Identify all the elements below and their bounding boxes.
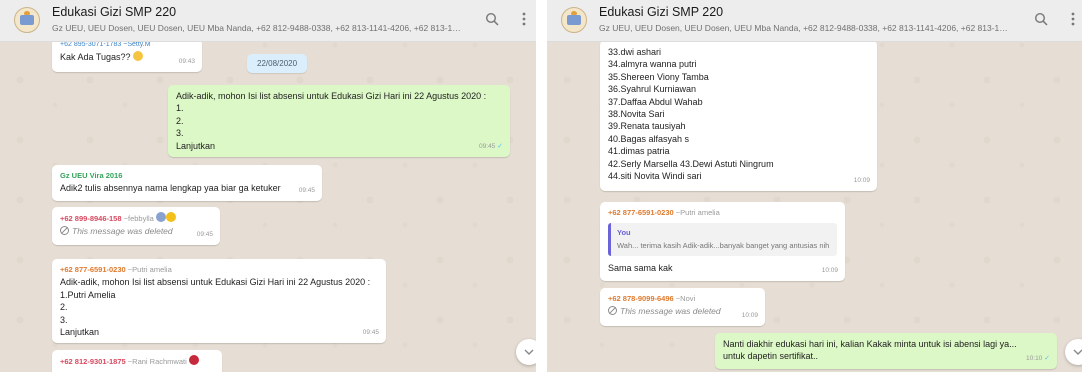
list-item: 33.dwi ashari — [608, 47, 662, 57]
emoji-icon — [133, 51, 144, 62]
deleted-message-text: This message was deleted — [608, 305, 757, 317]
message-line: Nanti diakhir edukasi hari ini, kalian K… — [723, 339, 1017, 349]
search-icon[interactable] — [484, 12, 500, 28]
message-line: Lanjutkan — [60, 327, 100, 338]
message-time: 10:10 ✓ — [1026, 354, 1050, 362]
message-bubble-deleted[interactable]: +62 878-9099-6496 ~Novi This message was… — [600, 288, 765, 326]
quoted-sender: You — [617, 228, 631, 238]
message-line: 3. — [176, 128, 184, 139]
search-icon[interactable] — [1033, 12, 1049, 28]
emoji-icon — [155, 212, 166, 222]
message-sender: Gz UEU Vira 2016 — [60, 171, 123, 180]
message-line: 3. — [60, 314, 68, 325]
scroll-down-button[interactable] — [516, 339, 536, 365]
message-sender: +62 878-9099-6496 ~Novi — [608, 294, 696, 303]
message-line: Adik-adik, mohon Isi list absensi untuk … — [60, 277, 371, 288]
list-item: 36.Syahrul Kurniawan — [608, 84, 697, 95]
message-bubble-outgoing[interactable]: Nanti diakhir edukasi hari ini, kalian K… — [715, 333, 1057, 369]
message-time: 09:45 — [298, 186, 315, 194]
message-bubble-deleted[interactable]: +62 899-8946-158 ~febbylla This message … — [52, 207, 220, 245]
sunflower-icon — [165, 212, 176, 222]
message-sender: +62 877-6591-0230 ~Putri amelia — [608, 208, 720, 217]
message-line: untuk dapetin sertifikat.. — [723, 351, 819, 362]
quoted-message[interactable]: You Wah... terima kasih Adik-adik...bany… — [608, 223, 837, 257]
list-item: 40.Bagas alfasyah s — [608, 133, 690, 144]
group-members: Gz UEU, UEU Dosen, UEU Dosen, UEU Mba Na… — [52, 23, 464, 33]
message-bubble-outgoing[interactable]: Adik-adik, mohon Isi list absensi untuk … — [168, 85, 510, 157]
deleted-message-text: This message was deleted — [60, 225, 212, 237]
group-avatar[interactable] — [14, 7, 40, 33]
group-members: Gz UEU, UEU Dosen, UEU Dosen, UEU Mba Na… — [599, 23, 1011, 33]
message-bubble[interactable]: +62 877-6591-0230 ~Putri amelia Adik-adi… — [52, 259, 386, 343]
message-bubble[interactable]: Gz UEU Vira 2016 Adik2 tulis absennya na… — [52, 165, 322, 201]
list-item: 38.Novita Sari — [608, 109, 665, 120]
group-title[interactable]: Edukasi Gizi SMP 220 — [52, 5, 176, 19]
chat-panel-right: Edukasi Gizi SMP 220 Gz UEU, UEU Dosen, … — [547, 0, 1082, 372]
message-time: 10:09 — [821, 266, 838, 274]
read-tick-icon: ✓ — [497, 142, 503, 150]
list-item: 39.Renata tausiyah — [608, 121, 686, 132]
group-title[interactable]: Edukasi Gizi SMP 220 — [599, 5, 723, 19]
chat-header[interactable]: Edukasi Gizi SMP 220 Gz UEU, UEU Dosen, … — [547, 0, 1082, 42]
message-line: 2. — [60, 302, 68, 313]
message-line: 2. — [176, 115, 184, 126]
message-time: 10:09 — [741, 311, 758, 319]
message-line: 1.Putri Amelia — [60, 289, 116, 300]
rose-icon — [188, 355, 199, 365]
kebab-menu-icon[interactable] — [1065, 12, 1081, 28]
list-item: 41.dimas patria — [608, 146, 670, 157]
quoted-text: Wah... terima kasih Adik-adik...banyak b… — [617, 240, 830, 250]
list-item: 35.Shereen Viony Tamba — [608, 71, 709, 82]
list-item: 42.Serly Marsella 43.Dewi Astuti Ningrum — [608, 158, 774, 169]
message-time: 09:45 — [196, 230, 213, 238]
message-time: 09:45 — [362, 328, 379, 336]
list-item: 34.almyra wanna putri — [608, 59, 697, 70]
message-sender: +62 812-9301-1875 ~Rani Rachmwati — [60, 355, 214, 368]
message-text: Kak Ada Tugas?? — [60, 51, 194, 63]
date-chip: 22/08/2020 — [247, 54, 308, 73]
message-line: Adik-adik, mohon Isi list absensi untuk … — [176, 91, 487, 101]
message-text: Sama sama kak — [608, 263, 673, 274]
read-tick-icon: ✓ — [1044, 354, 1050, 362]
message-time: 10:09 — [853, 176, 870, 184]
message-time: 09:43 — [178, 57, 195, 65]
message-bubble[interactable]: +62 812-9301-1875 ~Rani Rachmwati — [52, 350, 222, 372]
message-text: Adik2 tulis absennya nama lengkap yaa bi… — [60, 183, 281, 194]
group-avatar[interactable] — [561, 7, 587, 33]
message-bubble[interactable]: +62 895-3071-1783 ~Setty.M Kak Ada Tugas… — [52, 38, 202, 72]
blocked-icon — [608, 306, 617, 316]
message-sender: +62 877-6591-0230 ~Putri amelia — [60, 265, 172, 274]
message-line: Lanjutkan — [176, 140, 216, 151]
message-sender: +62 899-8946-158 ~febbylla — [60, 212, 212, 225]
chat-header[interactable]: Edukasi Gizi SMP 220 Gz UEU, UEU Dosen, … — [0, 0, 536, 42]
blocked-icon — [60, 226, 69, 236]
chat-panel-left: Edukasi Gizi SMP 220 Gz UEU, UEU Dosen, … — [0, 0, 536, 372]
kebab-menu-icon[interactable] — [516, 12, 532, 28]
message-bubble-reply[interactable]: +62 877-6591-0230 ~Putri amelia You Wah.… — [600, 202, 845, 281]
list-item: 37.Daffaa Abdul Wahab — [608, 96, 703, 107]
message-time: 09:45 ✓ — [479, 142, 503, 150]
list-item: 44.siti Novita Windi sari — [608, 171, 702, 182]
message-line: 1. — [176, 103, 184, 114]
message-bubble[interactable]: 33.dwi ashari 34.almyra wanna putri 35.S… — [600, 40, 877, 191]
